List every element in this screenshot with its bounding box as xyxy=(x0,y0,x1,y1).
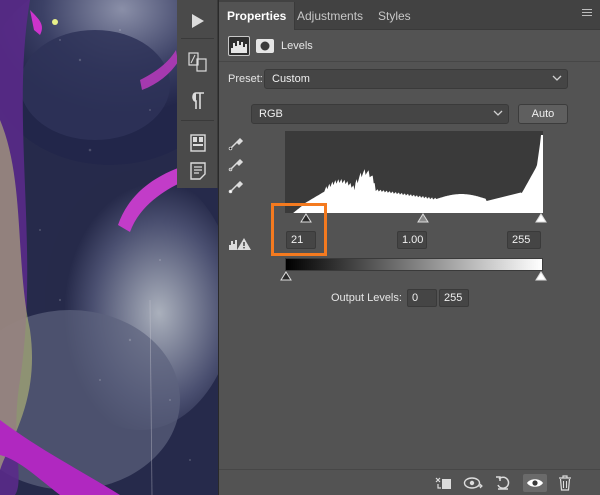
panel-tool-strip xyxy=(177,0,218,188)
output-levels-gradient xyxy=(285,258,543,271)
divider xyxy=(181,38,214,39)
channel-dropdown[interactable]: RGB xyxy=(251,104,509,124)
tab-adjustments[interactable]: Adjustments xyxy=(289,2,371,30)
reset-icon[interactable] xyxy=(493,474,513,492)
chevron-down-icon xyxy=(493,110,503,116)
panel-bottom-bar xyxy=(219,469,600,495)
trash-icon[interactable] xyxy=(555,474,575,492)
black-point-eyedropper-icon[interactable] xyxy=(228,135,244,151)
input-white-slider[interactable] xyxy=(535,213,547,223)
play-icon[interactable] xyxy=(186,9,210,33)
gray-point-eyedropper-icon[interactable] xyxy=(228,156,244,172)
input-gamma-field[interactable]: 1.00 xyxy=(397,231,427,249)
histogram-shape xyxy=(285,135,543,213)
output-white-field[interactable]: 255 xyxy=(439,289,469,307)
histogram-graph xyxy=(285,135,543,213)
auto-button[interactable]: Auto xyxy=(518,104,568,124)
input-gamma-slider[interactable] xyxy=(417,213,429,223)
channel-value: RGB xyxy=(259,108,283,120)
chevron-down-icon xyxy=(552,75,562,81)
output-black-field[interactable]: 0 xyxy=(407,289,437,307)
paragraph-icon[interactable] xyxy=(186,89,210,113)
preset-dropdown[interactable]: Custom xyxy=(264,69,568,89)
panel-tab-bar: Properties Adjustments Styles xyxy=(219,0,600,30)
highlight-annotation xyxy=(271,203,327,256)
preset-value: Custom xyxy=(272,73,310,85)
view-previous-state-icon[interactable] xyxy=(463,474,483,492)
divider xyxy=(181,120,214,121)
input-white-field[interactable]: 255 xyxy=(507,231,541,249)
histogram xyxy=(285,131,543,213)
character-styles-icon[interactable] xyxy=(186,50,210,74)
tab-properties[interactable]: Properties xyxy=(219,2,296,30)
clipping-warning-icon[interactable] xyxy=(228,237,252,251)
layer-mask-icon[interactable] xyxy=(254,36,276,56)
white-point-eyedropper-icon[interactable] xyxy=(228,178,244,194)
output-black-slider[interactable] xyxy=(280,271,292,281)
properties-panel-icon[interactable] xyxy=(186,131,210,155)
adjustment-title: Levels xyxy=(281,40,313,52)
visibility-icon[interactable] xyxy=(523,474,547,492)
adjustment-header xyxy=(219,30,600,62)
output-levels-label: Output Levels: xyxy=(331,292,402,304)
panel-menu-icon[interactable] xyxy=(582,9,594,19)
output-white-slider[interactable] xyxy=(535,271,547,281)
properties-panel: Properties Adjustments Styles Levels Pre… xyxy=(219,0,600,495)
clip-to-layer-icon[interactable] xyxy=(433,474,453,492)
tab-styles[interactable]: Styles xyxy=(370,2,419,30)
preset-label: Preset: xyxy=(228,73,263,85)
levels-adjustment-icon[interactable] xyxy=(228,36,250,56)
notes-icon[interactable] xyxy=(186,159,210,183)
